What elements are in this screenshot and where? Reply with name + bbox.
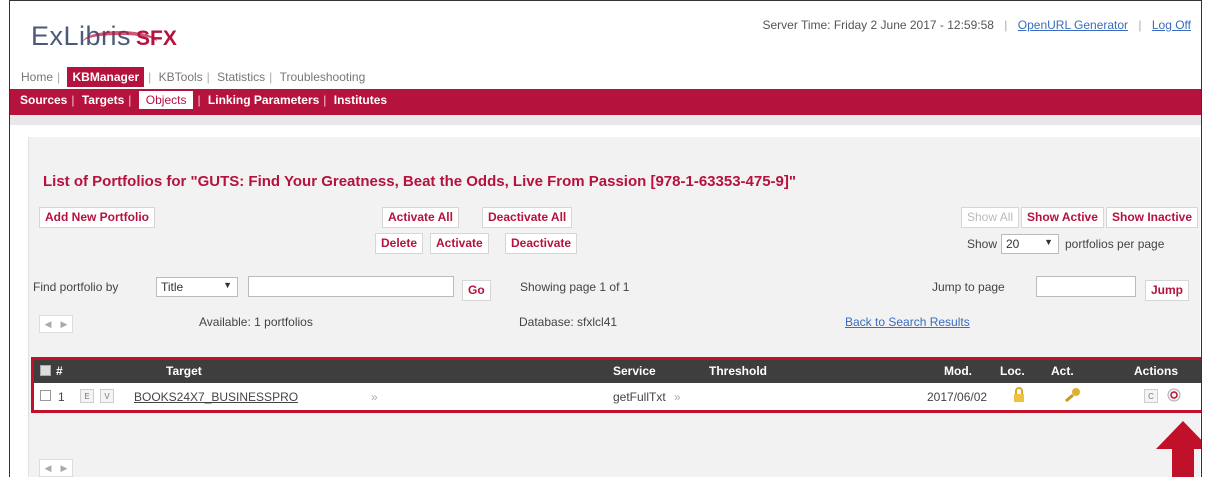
next-page-icon[interactable]: ▶: [61, 319, 68, 330]
delete-button[interactable]: Delete: [375, 233, 424, 254]
nav-kbmanager[interactable]: KBManager: [67, 67, 145, 87]
top-nav: Home | KBManager | KBTools | Statistics | Tr…: [21, 67, 365, 87]
jump-page-input[interactable]: [1036, 276, 1136, 297]
add-new-portfolio-button[interactable]: Add New Portfolio: [39, 207, 155, 228]
portfolio-table: # Target Service Threshold Mod. Loc. Act…: [31, 357, 1201, 413]
col-act[interactable]: Act.: [1051, 364, 1074, 378]
find-input[interactable]: [248, 276, 454, 297]
col-loc[interactable]: Loc.: [1000, 364, 1025, 378]
pointer-arrow-icon: [1156, 421, 1201, 477]
col-target[interactable]: Target: [166, 364, 202, 378]
nav-troubleshooting[interactable]: Troubleshooting: [280, 70, 366, 84]
row-checkbox[interactable]: [40, 390, 51, 404]
pager-top[interactable]: ◀ ▶: [39, 315, 73, 333]
per-page-select[interactable]: 20 ▼: [1001, 234, 1059, 254]
col-service[interactable]: Service: [613, 364, 656, 378]
server-time: Server Time: Friday 2 June 2017 - 12:59:…: [762, 18, 994, 32]
col-threshold[interactable]: Threshold: [709, 364, 767, 378]
col-mod[interactable]: Mod.: [944, 364, 972, 378]
prev-page-icon[interactable]: ◀: [45, 463, 52, 474]
subnav-linking-parameters[interactable]: Linking Parameters: [208, 93, 319, 107]
select-all-checkbox[interactable]: [40, 365, 51, 379]
available-count: Available: 1 portfolios: [199, 315, 313, 329]
activate-button[interactable]: Activate: [430, 233, 489, 254]
nav-home[interactable]: Home: [21, 70, 53, 84]
sub-nav: Sources | Targets | Objects | Linking Param…: [10, 89, 1201, 115]
service-value: getFullTxt: [613, 390, 666, 404]
deactivate-all-button[interactable]: Deactivate All: [482, 207, 573, 228]
subnav-targets[interactable]: Targets: [82, 93, 124, 107]
show-active-button[interactable]: Show Active: [1021, 207, 1104, 228]
col-actions: Actions: [1134, 364, 1179, 378]
sfx-window: ExLibris SFX Server Time: Friday 2 June 2…: [9, 0, 1202, 477]
database-label: Database: sfxlcl41: [519, 315, 618, 329]
pager-bottom[interactable]: ◀ ▶: [39, 459, 73, 477]
view-icon[interactable]: V: [100, 388, 114, 403]
subnav-objects[interactable]: Objects: [138, 91, 194, 109]
go-button[interactable]: Go: [462, 280, 491, 301]
activate-all-button[interactable]: Activate All: [382, 207, 459, 228]
chevron-down-icon: ▼: [223, 280, 232, 290]
next-page-icon[interactable]: ▶: [61, 463, 68, 474]
active-key-icon[interactable]: [1064, 387, 1082, 406]
show-label: Show: [967, 237, 998, 251]
server-bar: Server Time: Friday 2 June 2017 - 12:59:…: [762, 18, 1191, 32]
show-all-button[interactable]: Show All: [961, 207, 1020, 228]
row-num: 1: [58, 390, 65, 404]
delete-portfolio-icon[interactable]: [1166, 387, 1182, 406]
deactivate-button[interactable]: Deactivate: [505, 233, 578, 254]
find-field-select[interactable]: Title ▼: [156, 277, 238, 297]
log-off-link[interactable]: Log Off: [1152, 18, 1191, 32]
clone-button[interactable]: C: [1144, 388, 1158, 403]
subnav-institutes[interactable]: Institutes: [334, 93, 387, 107]
divider: [10, 115, 1201, 125]
table-row: 1 E V BOOKS24X7_BUSINESSPRO » getFullTxt…: [34, 383, 1201, 410]
find-portfolio-label: Find portfolio by: [33, 280, 119, 294]
showing-page-text: Showing page 1 of 1: [520, 280, 630, 294]
col-num: #: [56, 364, 63, 378]
per-page-suffix: portfolios per page: [1065, 237, 1165, 251]
target-link[interactable]: BOOKS24X7_BUSINESSPRO: [134, 390, 298, 404]
subnav-sources[interactable]: Sources: [20, 93, 67, 107]
exlibris-sfx-logo[interactable]: ExLibris SFX: [31, 21, 177, 52]
jump-button[interactable]: Jump: [1145, 280, 1190, 301]
table-header: # Target Service Threshold Mod. Loc. Act…: [34, 360, 1201, 383]
service-info-icon[interactable]: »: [674, 390, 681, 404]
portfolio-panel: List of Portfolios for "GUTS: Find Your …: [28, 137, 1201, 477]
mod-date: 2017/06/02: [927, 390, 988, 404]
jump-to-page-label: Jump to page: [932, 280, 1005, 294]
edit-icon[interactable]: E: [80, 388, 94, 403]
nav-kbtools[interactable]: KBTools: [159, 70, 203, 84]
show-inactive-button[interactable]: Show Inactive: [1106, 207, 1199, 228]
back-to-search-results-link[interactable]: Back to Search Results: [845, 315, 970, 329]
prev-page-icon[interactable]: ◀: [45, 319, 52, 330]
nav-statistics[interactable]: Statistics: [217, 70, 265, 84]
page-title: List of Portfolios for "GUTS: Find Your …: [43, 173, 797, 190]
logo-arc-icon: [83, 31, 157, 53]
lock-icon[interactable]: [1012, 387, 1026, 406]
openurl-generator-link[interactable]: OpenURL Generator: [1018, 18, 1128, 32]
chevron-down-icon: ▼: [1044, 237, 1053, 247]
target-info-icon[interactable]: »: [371, 390, 378, 404]
